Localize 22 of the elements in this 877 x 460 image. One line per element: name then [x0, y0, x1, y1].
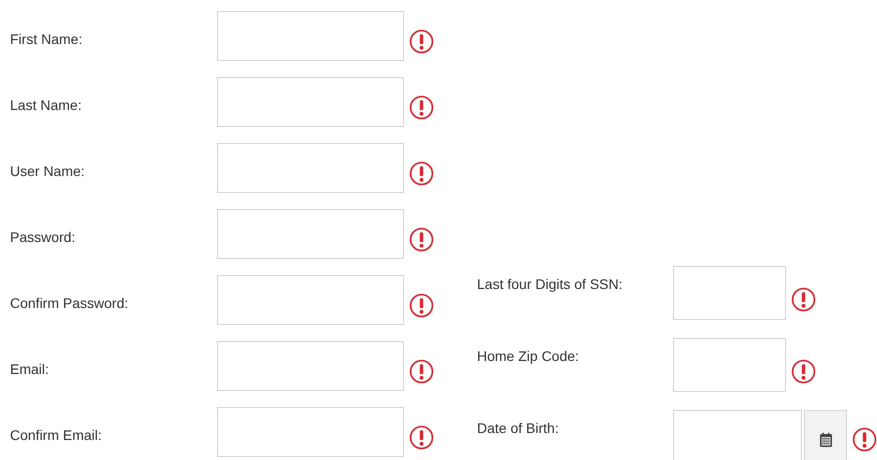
input-field[interactable] [217, 11, 404, 61]
input-field[interactable] [217, 143, 404, 193]
input-field[interactable] [217, 209, 404, 259]
field-label: Home Zip Code: [477, 347, 580, 366]
input-field[interactable] [217, 341, 404, 391]
input-field[interactable] [673, 266, 786, 320]
input-field[interactable] [673, 410, 802, 460]
input-field[interactable] [673, 338, 786, 392]
calendar-icon [818, 432, 834, 448]
field-label: Password: [10, 228, 76, 245]
field-label: First Name: [10, 30, 84, 47]
calendar-button[interactable] [804, 410, 847, 460]
field-label: Confirm Password: [10, 294, 130, 311]
field-label: Last four Digits of SSN: [477, 275, 624, 294]
field-label: Email: [10, 360, 50, 377]
input-field[interactable] [217, 275, 404, 325]
input-field[interactable] [217, 77, 404, 127]
field-label: Last Name: [10, 96, 83, 113]
field-label: Confirm Email: [10, 426, 103, 443]
field-label: Date of Birth: [477, 419, 560, 438]
input-field[interactable] [217, 407, 404, 457]
field-label: User Name: [10, 162, 86, 179]
